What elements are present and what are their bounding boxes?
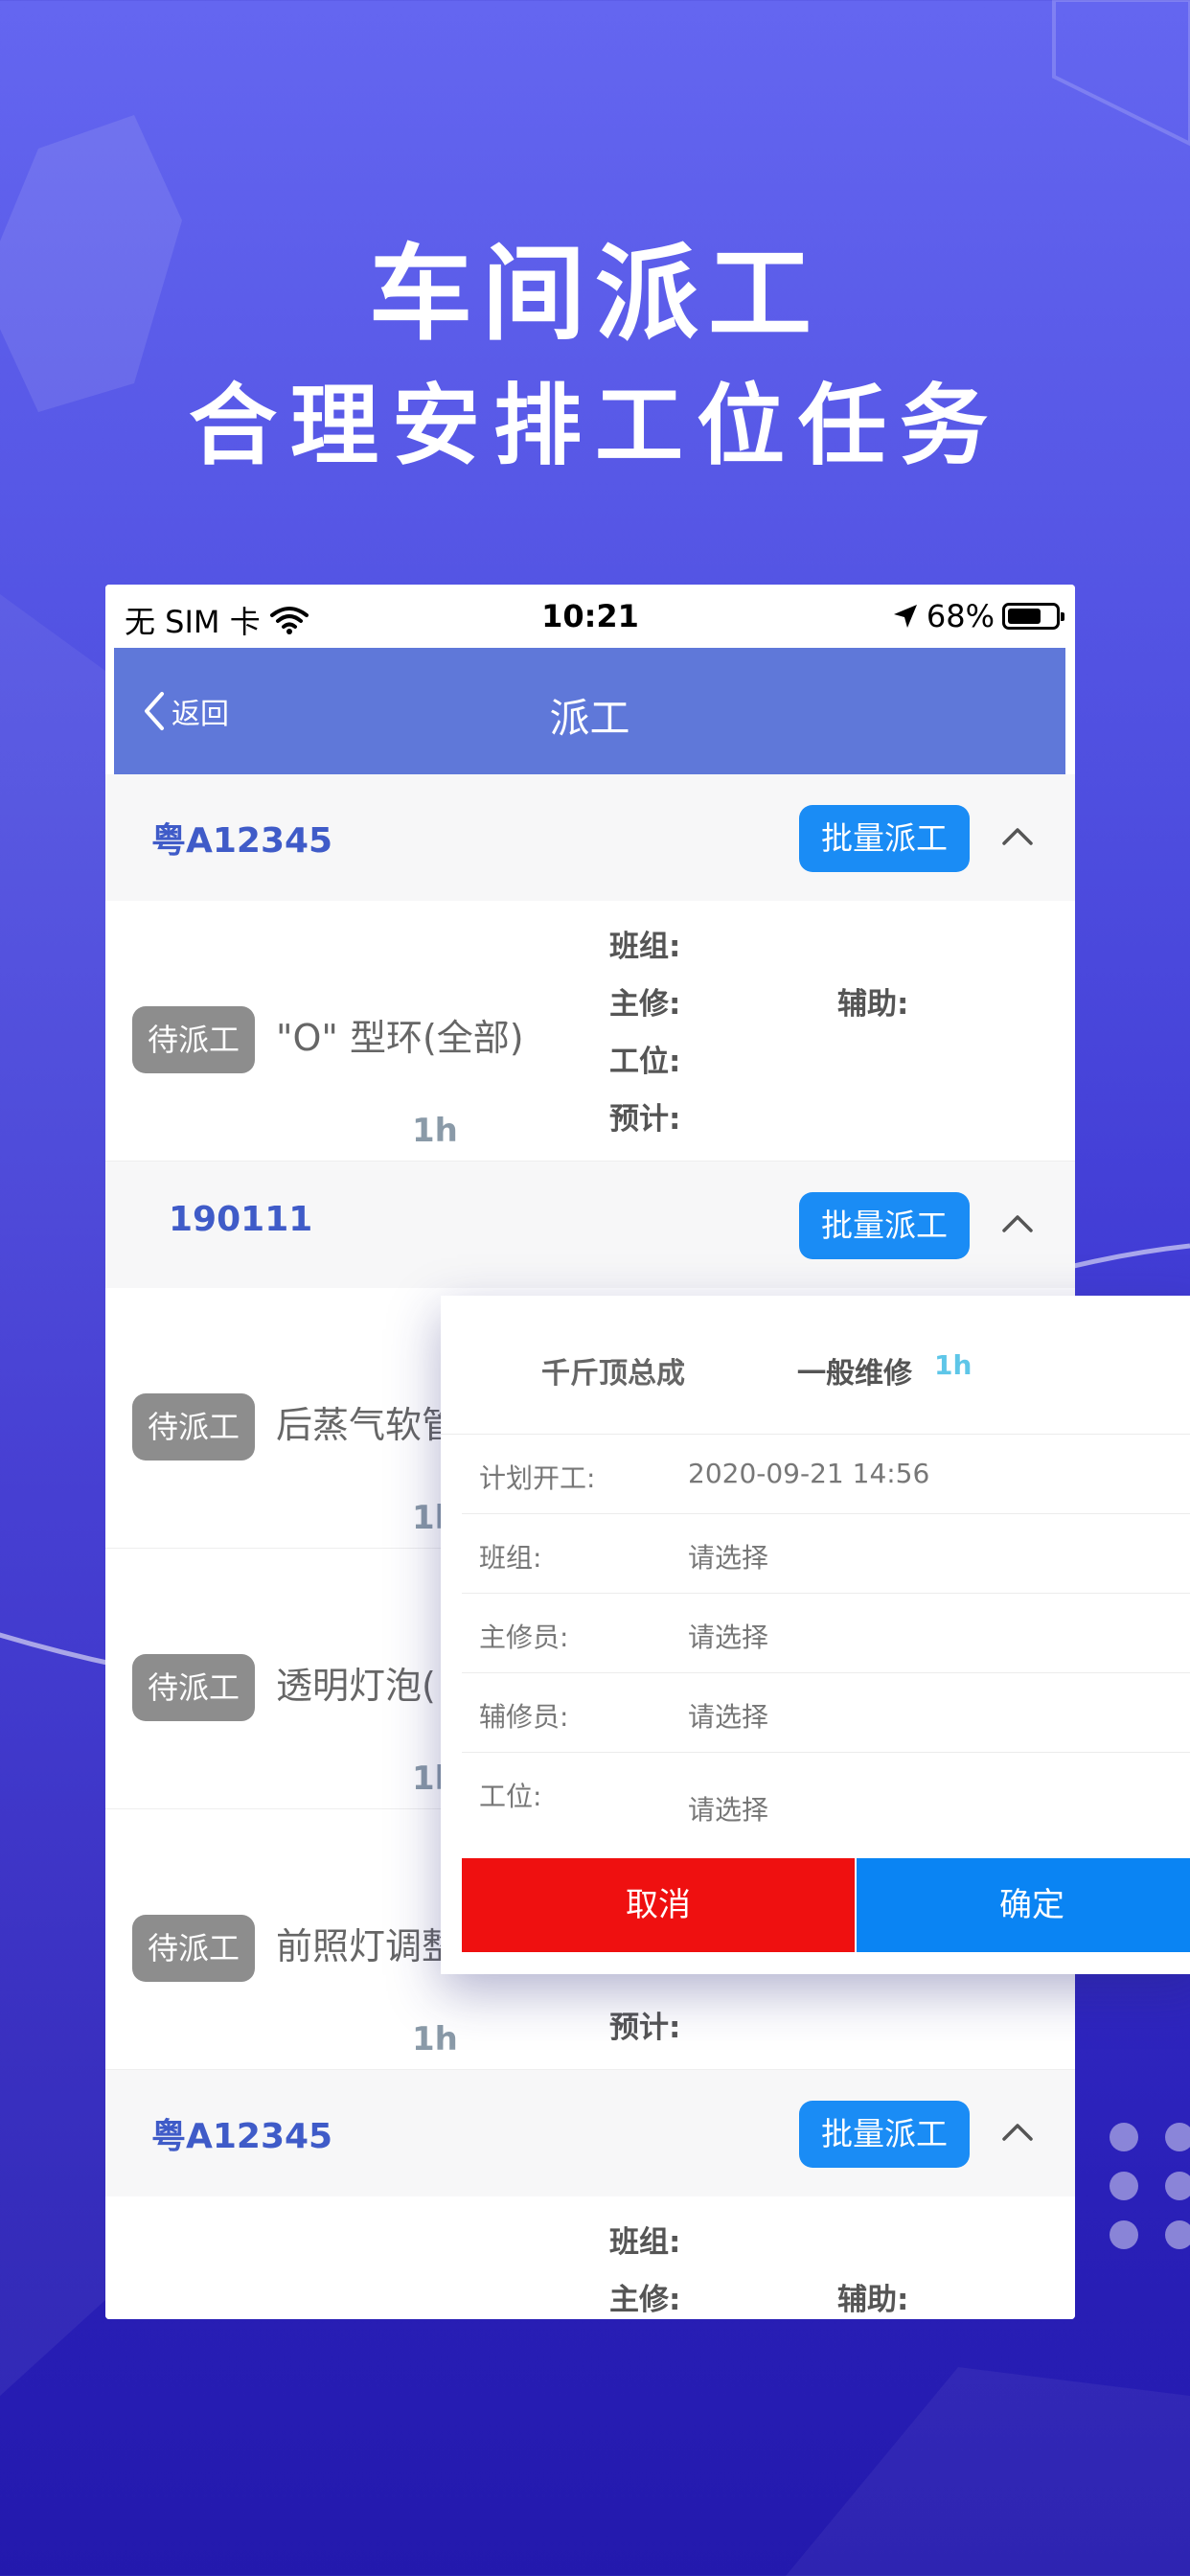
group-header: 粤A12345 批量派工 (105, 2070, 1075, 2196)
team-select-row[interactable]: 班组: 请选择 (462, 1514, 1190, 1594)
estimate-label: 预计: (609, 2011, 681, 2045)
dialog-header: 千斤顶总成 一般维修 1h (441, 1296, 1190, 1435)
main-repair-label: 主修: (609, 2283, 681, 2317)
assist-repairer-value: 请选择 (688, 1701, 769, 1733)
status-right: 68% (892, 598, 1064, 634)
planned-start-row[interactable]: 计划开工: 2020-09-21 14:56 (462, 1435, 1190, 1514)
batch-dispatch-button[interactable]: 批量派工 (799, 805, 970, 872)
hero-subtitle: 合理安排工位任务 (188, 375, 1001, 477)
batch-dispatch-button[interactable]: 批量派工 (799, 1192, 970, 1259)
group-header: 粤A12345 批量派工 (105, 774, 1075, 901)
station-select-row[interactable]: 工位: 请选择 (462, 1753, 1190, 1858)
item-name: 后蒸气软管 (276, 1404, 459, 1446)
confirm-button[interactable]: 确定 (857, 1858, 1190, 1952)
chevron-up-icon[interactable] (998, 2112, 1037, 2150)
decor-dot (1165, 2123, 1190, 2151)
item-name: "O" 型环(全部) (276, 1017, 524, 1059)
license-plate: 190111 (169, 1200, 313, 1239)
battery-icon (1002, 603, 1064, 630)
license-plate: 粤A12345 (151, 821, 333, 861)
team-select-label: 班组: (479, 1542, 542, 1574)
list-item[interactable]: 班组: 主修: 辅助: (105, 2196, 1075, 2319)
cancel-button[interactable]: 取消 (462, 1858, 855, 1952)
chevron-up-icon[interactable] (998, 816, 1037, 855)
group-header: 190111 批量派工 (105, 1162, 1075, 1288)
decor-dot (1110, 2123, 1138, 2151)
main-repair-label: 主修: (609, 987, 681, 1022)
assist-label: 辅助: (837, 987, 909, 1022)
hero-title: 车间派工 (368, 235, 821, 355)
main-repairer-label: 主修员: (479, 1622, 569, 1653)
status-badge: 待派工 (132, 1654, 255, 1721)
status-badge: 待派工 (132, 1915, 255, 1982)
estimate-label: 预计: (609, 1102, 681, 1137)
dispatch-dialog: 千斤顶总成 一般维修 1h 计划开工: 2020-09-21 14:56 班组:… (441, 1296, 1190, 1974)
batch-dispatch-button[interactable]: 批量派工 (799, 2101, 970, 2168)
team-label: 班组: (609, 2225, 681, 2260)
assist-repairer-select-row[interactable]: 辅修员: 请选择 (462, 1673, 1190, 1753)
station-select-value: 请选择 (688, 1794, 769, 1826)
station-select-label: 工位: (479, 1781, 542, 1812)
assist-label: 辅助: (837, 2283, 909, 2317)
page-title: 派工 (549, 695, 630, 742)
decor-dot (1110, 2172, 1138, 2200)
planned-start-label: 计划开工: (479, 1462, 596, 1494)
status-badge: 待派工 (132, 1006, 255, 1073)
item-hours: 1h (412, 1112, 458, 1150)
decor-dot (1165, 2220, 1190, 2249)
dialog-item-name: 千斤顶总成 (541, 1357, 685, 1391)
assist-repairer-label: 辅修员: (479, 1701, 569, 1733)
decor-dot (1110, 2220, 1138, 2249)
repair-type: 一般维修 (797, 1357, 912, 1391)
battery-percent: 68% (926, 598, 995, 634)
dialog-hours: 1h (934, 1349, 973, 1381)
planned-start-value: 2020-09-21 14:56 (688, 1458, 930, 1489)
navbar: 返回 派工 (114, 648, 1065, 774)
item-hours: 1h (412, 2020, 458, 2058)
team-select-value: 请选择 (688, 1542, 769, 1574)
team-label: 班组: (609, 930, 681, 964)
main-repairer-select-row[interactable]: 主修员: 请选择 (462, 1594, 1190, 1673)
main-repairer-value: 请选择 (688, 1622, 769, 1653)
decor-dot (1165, 2172, 1190, 2200)
item-name: 前照灯调整 (276, 1925, 459, 1967)
list-item[interactable]: 待派工 "O" 型环(全部) 1h 班组: 主修: 辅助: 工位: 预计: (105, 901, 1075, 1162)
location-arrow-icon (893, 605, 917, 628)
chevron-up-icon[interactable] (998, 1204, 1037, 1242)
license-plate: 粤A12345 (151, 2117, 333, 2156)
status-badge: 待派工 (132, 1393, 255, 1460)
status-bar: 无 SIM 卡 10:21 68% (105, 585, 1075, 648)
item-name: 透明灯泡( (276, 1665, 436, 1707)
station-label: 工位: (609, 1045, 681, 1079)
